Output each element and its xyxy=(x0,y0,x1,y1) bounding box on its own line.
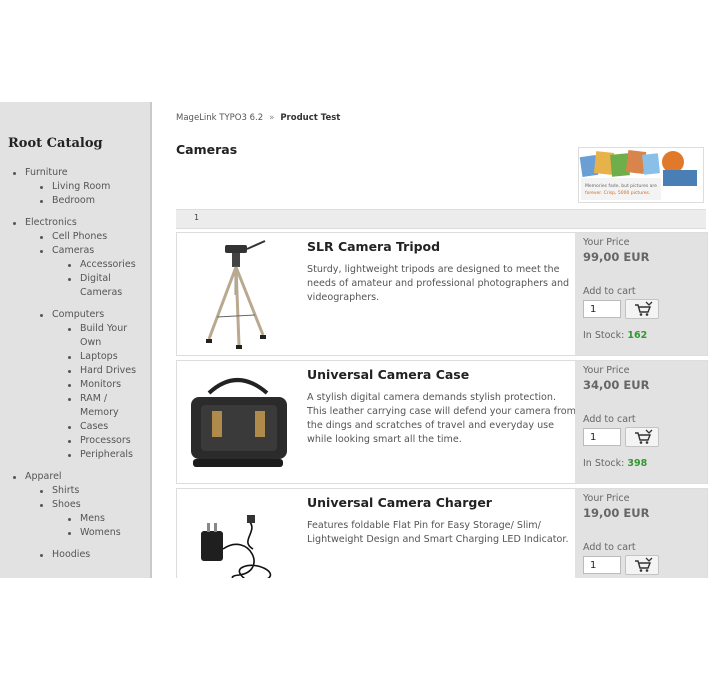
category-peripherals[interactable]: Peripherals xyxy=(0,448,138,462)
category-laptops[interactable]: Laptops xyxy=(0,350,138,364)
breadcrumb: MageLink TYPO3 6.2 » Product Test xyxy=(176,113,340,123)
product-item: Universal Camera Case A stylish digital … xyxy=(176,360,708,484)
add-to-cart-label: Add to cart xyxy=(583,542,636,553)
category-tree: Furniture Living Room Bedroom Electronic… xyxy=(0,166,150,562)
page-frame: Root Catalog Furniture Living Room Bedro… xyxy=(0,102,725,578)
page-title: Cameras xyxy=(176,142,238,157)
product-description: Sturdy, lightweight tripods are designed… xyxy=(307,264,570,303)
product-description: A stylish digital camera demands stylish… xyxy=(307,392,576,445)
charger-icon xyxy=(179,491,297,578)
category-bedroom[interactable]: Bedroom xyxy=(0,194,150,208)
category-hard-drives[interactable]: Hard Drives xyxy=(0,364,138,378)
category-sidebar: Root Catalog Furniture Living Room Bedro… xyxy=(0,102,152,578)
main-content: MageLink TYPO3 6.2» Product Test Cameras … xyxy=(176,102,708,578)
add-to-cart-button[interactable] xyxy=(625,299,659,319)
quantity-input[interactable] xyxy=(583,428,621,446)
page-number[interactable]: 1 xyxy=(194,213,199,222)
category-cameras[interactable]: Cameras xyxy=(0,244,150,258)
product-item: SLR Camera Tripod Sturdy, lightweight tr… xyxy=(176,232,708,356)
add-to-cart-button[interactable] xyxy=(625,427,659,447)
category-cell-phones[interactable]: Cell Phones xyxy=(0,230,150,244)
product-image-camera-case[interactable] xyxy=(179,363,297,481)
tripod-icon xyxy=(179,235,297,353)
add-to-cart-label: Add to cart xyxy=(583,286,636,297)
category-furniture[interactable]: Furniture xyxy=(0,166,150,180)
category-electronics[interactable]: Electronics xyxy=(0,216,150,230)
cart-icon xyxy=(635,429,653,444)
price-label: Your Price xyxy=(583,493,630,504)
sidebar-title: Root Catalog xyxy=(8,136,103,151)
breadcrumb-separator: » xyxy=(269,113,275,123)
product-price: 19,00 EUR xyxy=(583,506,650,520)
add-to-cart-label: Add to cart xyxy=(583,414,636,425)
product-item: Universal Camera Charger Features foldab… xyxy=(176,488,708,578)
stock-status: In Stock: 398 xyxy=(583,458,648,469)
category-shoes[interactable]: Shoes xyxy=(0,498,150,512)
promo-banner[interactable]: Memories fade, but pictures are forever.… xyxy=(578,147,704,203)
category-shirts[interactable]: Shirts xyxy=(0,484,150,498)
category-accessories[interactable]: Accessories xyxy=(0,258,138,272)
buy-panel: Your Price 99,00 EUR Add to cart In Stoc… xyxy=(575,233,707,355)
cart-icon xyxy=(635,557,653,572)
promo-banner-image: Memories fade, but pictures are forever.… xyxy=(579,148,703,202)
category-mens[interactable]: Mens xyxy=(0,512,138,526)
category-womens[interactable]: Womens xyxy=(0,526,138,540)
category-living-room[interactable]: Living Room xyxy=(0,180,150,194)
stock-count: 162 xyxy=(627,330,648,341)
add-to-cart-button[interactable] xyxy=(625,555,659,575)
buy-panel: Your Price 34,00 EUR Add to cart In Stoc… xyxy=(575,361,707,483)
category-cases[interactable]: Cases xyxy=(0,420,138,434)
product-name[interactable]: Universal Camera Case xyxy=(307,367,469,382)
product-image-camera-charger[interactable] xyxy=(179,491,297,578)
quantity-input[interactable] xyxy=(583,556,621,574)
product-price: 34,00 EUR xyxy=(583,378,650,392)
price-label: Your Price xyxy=(583,237,630,248)
category-digital-cameras[interactable]: Digital Cameras xyxy=(0,272,138,300)
category-computers[interactable]: Computers xyxy=(0,308,150,322)
product-image-tripod[interactable] xyxy=(179,235,297,353)
stock-count: 398 xyxy=(627,458,648,469)
category-hoodies[interactable]: Hoodies xyxy=(0,548,150,562)
banner-line1: Memories fade, but pictures are xyxy=(585,183,657,189)
product-name[interactable]: Universal Camera Charger xyxy=(307,495,492,510)
banner-line2: forever. Crisp, 5000 pictures. xyxy=(585,190,650,196)
buy-panel: Your Price 19,00 EUR Add to cart xyxy=(575,489,707,578)
product-price: 99,00 EUR xyxy=(583,250,650,264)
product-name[interactable]: SLR Camera Tripod xyxy=(307,239,440,254)
category-build-your-own[interactable]: Build Your Own xyxy=(0,322,138,350)
pagination-bar: 1 xyxy=(176,209,706,229)
quantity-input[interactable] xyxy=(583,300,621,318)
category-monitors[interactable]: Monitors xyxy=(0,378,138,392)
product-description: Features foldable Flat Pin for Easy Stor… xyxy=(307,520,569,545)
price-label: Your Price xyxy=(583,365,630,376)
camera-bag-icon xyxy=(179,363,297,481)
breadcrumb-home[interactable]: MageLink TYPO3 6.2 xyxy=(176,113,263,123)
stock-status: In Stock: 162 xyxy=(583,330,648,341)
breadcrumb-current: Product Test xyxy=(280,113,341,123)
category-processors[interactable]: Processors xyxy=(0,434,138,448)
cart-icon xyxy=(635,301,653,316)
category-ram-memory[interactable]: RAM / Memory xyxy=(0,392,138,420)
category-apparel[interactable]: Apparel xyxy=(0,470,150,484)
